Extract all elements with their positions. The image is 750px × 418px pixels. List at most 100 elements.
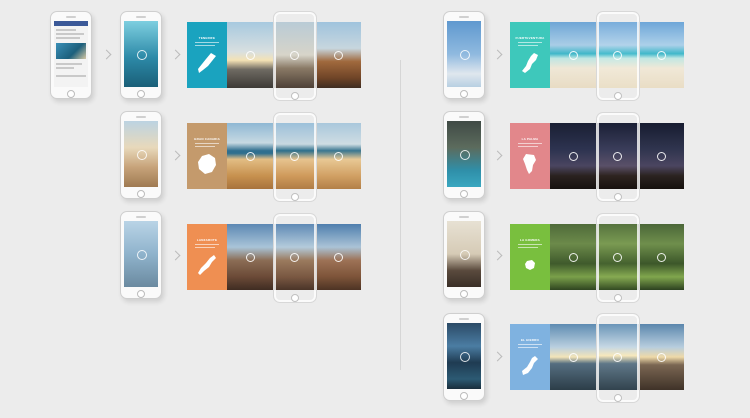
home-button — [291, 294, 299, 302]
island-text-line — [195, 146, 215, 147]
island-text-line — [195, 42, 219, 43]
island-text-line — [518, 244, 542, 245]
smartphone-icon — [657, 253, 666, 262]
panorama-strip-la-gomera: LA GOMERA — [510, 213, 684, 303]
smartphone-icon — [246, 51, 255, 60]
phone-kitesurf-video — [443, 11, 485, 99]
phone-screen-rock-pool[interactable] — [447, 121, 481, 187]
home-button — [67, 90, 75, 98]
phone-speaker — [459, 16, 469, 18]
island-text-line — [518, 143, 542, 144]
panorama-strip-fuerteventura: FUERTEVENTURA — [510, 11, 684, 101]
island-title: GRAN CANARIA — [194, 137, 220, 141]
phone-hiking-video — [443, 211, 485, 299]
smartphone-icon — [246, 152, 255, 161]
island-text-line — [195, 244, 219, 245]
panorama-strip-lanzarote: LANZAROTE — [187, 213, 361, 303]
panorama-strip-la-palma: LA PALMA — [510, 112, 684, 202]
chevron-right-icon — [170, 49, 181, 60]
feed-text-line — [56, 33, 84, 35]
chevron-right-icon — [492, 250, 503, 261]
home-button — [460, 190, 468, 198]
phone-frame-overlay — [273, 112, 317, 202]
island-text-line — [518, 347, 538, 348]
phone-screen-underwater[interactable] — [124, 21, 158, 87]
phone-cave-pool-video — [443, 313, 485, 401]
feed-ad-image[interactable] — [56, 43, 86, 59]
home-button — [291, 193, 299, 201]
home-button — [614, 193, 622, 201]
phone-speaker — [136, 16, 146, 18]
island-title: LA PALMA — [521, 137, 539, 141]
island-title: LANZAROTE — [196, 238, 218, 242]
smartphone-icon — [657, 152, 666, 161]
panorama-strip-el-hierro: EL HIERRO — [510, 313, 684, 403]
phone-desert-video — [120, 111, 162, 199]
phone-screen-desert[interactable] — [124, 121, 158, 187]
phone-frame-overlay — [273, 213, 317, 303]
island-title: FUERTEVENTURA — [515, 36, 545, 40]
phone-frame-overlay — [596, 213, 640, 303]
phone-screen-kitesurf[interactable] — [447, 21, 481, 87]
island-silhouette-icon — [522, 356, 538, 375]
smartphone-icon — [569, 253, 578, 262]
smartphone-icon — [657, 353, 666, 362]
home-button — [460, 290, 468, 298]
phone-cliff-jump-video — [120, 211, 162, 299]
island-text-line — [518, 247, 538, 248]
phone-screen-hiking[interactable] — [447, 221, 481, 287]
feed-text-line — [56, 75, 86, 77]
home-button — [291, 92, 299, 100]
feed-text-line — [56, 37, 80, 39]
island-silhouette-icon — [525, 260, 535, 270]
feed-text-line — [56, 29, 76, 31]
home-button — [460, 392, 468, 400]
phone-speaker — [459, 216, 469, 218]
storyboard-canvas: TENERIFE GRAN CANARIA LANZAROTE FUERTEVE… — [0, 0, 750, 418]
chevron-right-icon — [492, 49, 503, 60]
island-silhouette-icon — [198, 53, 216, 73]
smartphone-icon — [569, 152, 578, 161]
island-silhouette-icon — [522, 53, 538, 73]
phone-speaker — [136, 216, 146, 218]
phone-underwater-video — [120, 11, 162, 99]
phone-frame-overlay — [596, 11, 640, 101]
phone-screen-cave-pool[interactable] — [447, 323, 481, 389]
tilt-icon — [137, 50, 147, 60]
tilt-icon — [460, 250, 470, 260]
home-button — [614, 394, 622, 402]
phone-frame-overlay — [273, 11, 317, 101]
phone-facebook-feed — [50, 11, 92, 99]
phone-frame-overlay — [596, 112, 640, 202]
island-text-line — [195, 45, 215, 46]
island-text-line — [518, 344, 542, 345]
island-silhouette-icon — [198, 154, 216, 174]
phone-speaker — [459, 318, 469, 320]
island-text-line — [518, 146, 538, 147]
island-panel-gran-canaria: GRAN CANARIA — [187, 123, 227, 189]
island-title: TENERIFE — [198, 36, 216, 40]
home-button — [137, 190, 145, 198]
smartphone-icon — [657, 51, 666, 60]
panorama-strip-gran-canaria: GRAN CANARIA — [187, 112, 361, 202]
tilt-icon — [460, 50, 470, 60]
smartphone-icon — [569, 51, 578, 60]
smartphone-icon — [334, 51, 343, 60]
island-panel-lanzarote: LANZAROTE — [187, 224, 227, 290]
phone-speaker — [136, 116, 146, 118]
chevron-right-icon — [170, 150, 181, 161]
feed-text-line — [56, 63, 82, 65]
island-panel-la-gomera: LA GOMERA — [510, 224, 550, 290]
phone-screen-cliff-jump[interactable] — [124, 221, 158, 287]
panorama-strip-tenerife: TENERIFE — [187, 11, 361, 101]
column-divider — [400, 60, 401, 370]
tilt-icon — [137, 250, 147, 260]
tilt-icon — [137, 150, 147, 160]
home-button — [460, 90, 468, 98]
island-panel-el-hierro: EL HIERRO — [510, 324, 550, 390]
island-text-line — [518, 45, 538, 46]
smartphone-icon — [334, 152, 343, 161]
tilt-icon — [460, 150, 470, 160]
smartphone-icon — [569, 353, 578, 362]
home-button — [137, 90, 145, 98]
